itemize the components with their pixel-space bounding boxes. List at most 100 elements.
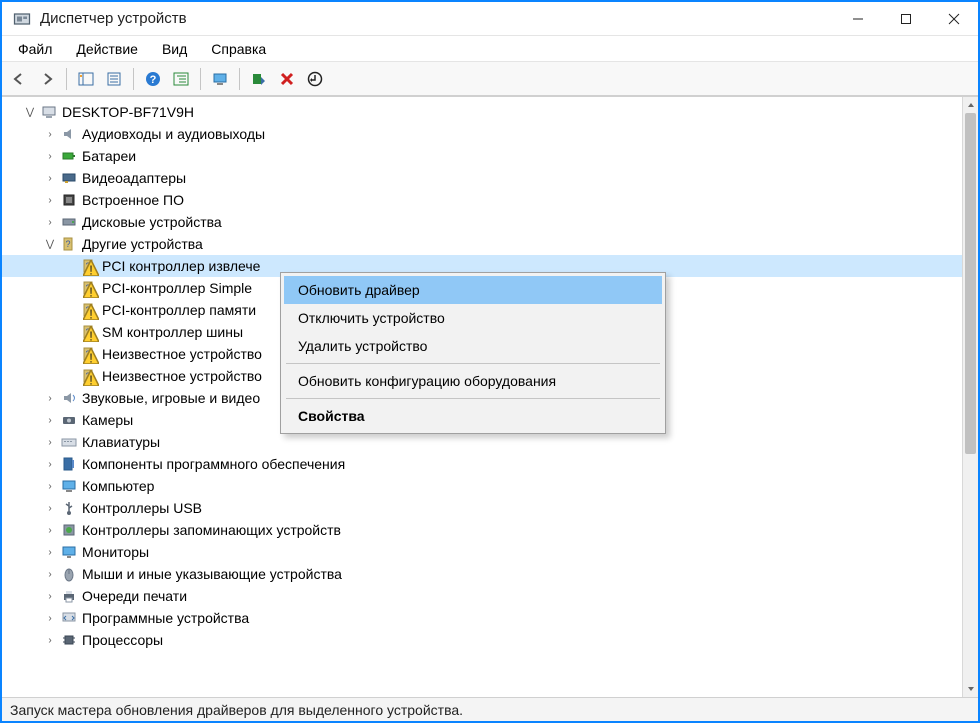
update-driver-button[interactable] — [302, 66, 328, 92]
menu-view[interactable]: Вид — [152, 39, 197, 59]
minimize-button[interactable] — [834, 2, 882, 36]
expander-icon[interactable]: › — [42, 566, 58, 582]
expander-icon[interactable]: › — [42, 500, 58, 516]
keyboard-icon — [60, 433, 78, 451]
sound-icon — [60, 389, 78, 407]
ctx-item-label: Отключить устройство — [298, 310, 445, 326]
tree-item-label: Программные устройства — [82, 610, 255, 626]
tree-item[interactable]: ›Мыши и иные указывающие устройства — [2, 563, 962, 585]
monitor-icon — [60, 543, 78, 561]
expander-icon[interactable]: › — [42, 412, 58, 428]
tree-item[interactable]: ›Компьютер — [2, 475, 962, 497]
show-computer-button[interactable] — [207, 66, 233, 92]
tree-item-label: Клавиатуры — [82, 434, 166, 450]
expander-icon[interactable]: › — [42, 456, 58, 472]
uninstall-button[interactable] — [274, 66, 300, 92]
tree-item-label: PCI-контроллер Simple — [102, 280, 258, 296]
printer-icon — [60, 587, 78, 605]
expander-icon[interactable]: › — [42, 522, 58, 538]
svg-text:!: ! — [89, 372, 93, 386]
properties-button[interactable] — [101, 66, 127, 92]
expander-icon[interactable]: › — [42, 610, 58, 626]
device-tree-button[interactable] — [168, 66, 194, 92]
menu-file[interactable]: Файл — [8, 39, 62, 59]
tree-item-label: Дисковые устройства — [82, 214, 228, 230]
expander-icon[interactable]: ⋁ — [22, 104, 38, 120]
unknown-warn-icon: ?! — [80, 257, 98, 275]
scrollbar-thumb[interactable] — [965, 113, 976, 454]
ctx-rescan[interactable]: Обновить конфигурацию оборудования — [284, 367, 662, 395]
scan-hardware-button[interactable] — [246, 66, 272, 92]
tree-item[interactable]: ›Процессоры — [2, 629, 962, 651]
window-title: Диспетчер устройств — [40, 10, 834, 27]
ctx-item-label: Обновить драйвер — [298, 282, 420, 298]
expander-icon[interactable]: › — [42, 126, 58, 142]
tree-item[interactable]: › Программные устройства — [2, 607, 962, 629]
scroll-up-icon[interactable] — [963, 97, 978, 113]
computer-icon — [40, 103, 58, 121]
device-manager-window: Диспетчер устройств Файл Действие Вид Сп… — [0, 0, 980, 723]
tree-item[interactable]: › Батареи — [2, 145, 962, 167]
ctx-item-label: Обновить конфигурацию оборудования — [298, 373, 556, 389]
expander-icon[interactable]: › — [42, 170, 58, 186]
tree-item-label: Мониторы — [82, 544, 155, 560]
expander-icon[interactable]: ⋁ — [42, 236, 58, 252]
tree-item-other-devices[interactable]: ⋁? Другие устройства — [2, 233, 962, 255]
svg-text:?: ? — [65, 239, 70, 249]
tree-item-label: Батареи — [82, 148, 142, 164]
close-button[interactable] — [930, 2, 978, 36]
tree-item[interactable]: ›Встроенное ПО — [2, 189, 962, 211]
expander-icon[interactable]: › — [42, 544, 58, 560]
unknown-warn-icon: ?! — [80, 301, 98, 319]
tree-item[interactable]: ›Очереди печати — [2, 585, 962, 607]
show-hide-console-button[interactable] — [73, 66, 99, 92]
tree-item-label: Неизвестное устройство — [102, 346, 268, 362]
forward-button[interactable] — [34, 66, 60, 92]
tree-item-label: Другие устройства — [82, 236, 209, 252]
expander-icon[interactable]: › — [42, 478, 58, 494]
menu-help[interactable]: Справка — [201, 39, 276, 59]
ctx-delete-device[interactable]: Удалить устройство — [284, 332, 662, 360]
expander-icon[interactable]: › — [42, 588, 58, 604]
expander-icon[interactable]: › — [42, 148, 58, 164]
back-button[interactable] — [6, 66, 32, 92]
expander-icon[interactable]: › — [42, 390, 58, 406]
tree-item[interactable]: ›Компоненты программного обеспечения — [2, 453, 962, 475]
tree-item[interactable]: ›Аудиовходы и аудиовыходы — [2, 123, 962, 145]
expander-icon[interactable]: › — [42, 632, 58, 648]
maximize-button[interactable] — [882, 2, 930, 36]
scrollbar-track[interactable] — [963, 113, 978, 681]
scroll-down-icon[interactable] — [963, 681, 978, 697]
expander-icon[interactable]: › — [42, 214, 58, 230]
tree-item[interactable]: ›Контроллеры USB — [2, 497, 962, 519]
tree-item[interactable]: ›Видеоадаптеры — [2, 167, 962, 189]
separator — [66, 68, 67, 90]
ctx-update-driver[interactable]: Обновить драйвер — [284, 276, 662, 304]
expander-icon[interactable]: › — [42, 192, 58, 208]
tree-item[interactable]: › Контроллеры запоминающих устройств — [2, 519, 962, 541]
tree-item-label: Звуковые, игровые и видео — [82, 390, 266, 406]
ctx-disable-device[interactable]: Отключить устройство — [284, 304, 662, 332]
tree-item[interactable]: › Дисковые устройства — [2, 211, 962, 233]
vertical-scrollbar[interactable] — [962, 97, 978, 697]
tree-item[interactable]: › Мониторы — [2, 541, 962, 563]
menu-action[interactable]: Действие — [66, 39, 148, 59]
tree-item-label: Неизвестное устройство — [102, 368, 268, 384]
expander-icon[interactable]: › — [42, 434, 58, 450]
unknown-warn-icon: ?! — [80, 323, 98, 341]
software-dev-icon — [60, 609, 78, 627]
help-button[interactable]: ? — [140, 66, 166, 92]
tree-root[interactable]: ⋁ DESKTOP-BF71V9H — [2, 101, 962, 123]
content-area: ⋁ DESKTOP-BF71V9H ›Аудиовходы и аудиовых… — [2, 96, 978, 721]
software-icon — [60, 455, 78, 473]
tree-item[interactable]: › Клавиатуры — [2, 431, 962, 453]
svg-text:!: ! — [89, 350, 93, 364]
mouse-icon — [60, 565, 78, 583]
tree-item-label: SM контроллер шины — [102, 324, 249, 340]
tree-item-label: Камеры — [82, 412, 139, 428]
ctx-properties[interactable]: Свойства — [284, 402, 662, 430]
unknown-warn-icon: ?! — [80, 279, 98, 297]
tree-item-label: Контроллеры запоминающих устройств — [82, 522, 347, 538]
svg-text:!: ! — [89, 328, 93, 342]
firmware-icon — [60, 191, 78, 209]
